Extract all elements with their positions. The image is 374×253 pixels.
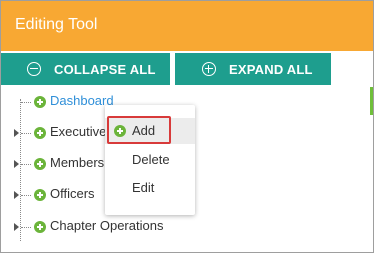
- menu-item-label: Edit: [132, 180, 155, 195]
- menu-item-edit[interactable]: Edit: [105, 175, 195, 201]
- add-circle-icon[interactable]: [34, 158, 46, 170]
- collapse-all-label: COLLAPSE ALL: [54, 61, 156, 77]
- tree-node-label[interactable]: Chapter Operations: [50, 218, 163, 233]
- add-circle-icon[interactable]: [34, 96, 46, 108]
- expand-all-label: EXPAND ALL: [229, 61, 313, 77]
- highlight-outline: [107, 116, 171, 144]
- tree-node-label[interactable]: Officers: [50, 186, 95, 201]
- expand-arrow-icon[interactable]: [14, 160, 19, 168]
- menu-item-label: Delete: [132, 152, 170, 167]
- add-circle-icon[interactable]: [34, 127, 46, 139]
- plus-circle-icon: [202, 62, 216, 76]
- editing-tool-window: Editing Tool COLLAPSE ALL EXPAND ALL Das…: [0, 0, 374, 253]
- expand-arrow-icon[interactable]: [14, 191, 19, 199]
- app-title: Editing Tool: [15, 16, 98, 33]
- tree-node-label[interactable]: Membersh: [50, 155, 111, 170]
- tree-toolbar: COLLAPSE ALL EXPAND ALL: [1, 51, 373, 87]
- tree-node-chapter-operations[interactable]: Chapter Operations: [1, 217, 201, 237]
- expand-all-button[interactable]: EXPAND ALL: [175, 53, 331, 85]
- collapse-all-button[interactable]: COLLAPSE ALL: [1, 53, 170, 85]
- expand-arrow-icon[interactable]: [14, 129, 19, 137]
- expand-arrow-icon[interactable]: [14, 223, 19, 231]
- add-circle-icon[interactable]: [34, 189, 46, 201]
- minus-circle-icon: [27, 62, 41, 76]
- node-context-menu: Add Delete Edit: [105, 105, 195, 215]
- add-circle-icon[interactable]: [34, 221, 46, 233]
- app-header: Editing Tool: [1, 1, 373, 51]
- menu-item-delete[interactable]: Delete: [105, 147, 195, 173]
- tree-node-label[interactable]: Executive: [50, 124, 106, 139]
